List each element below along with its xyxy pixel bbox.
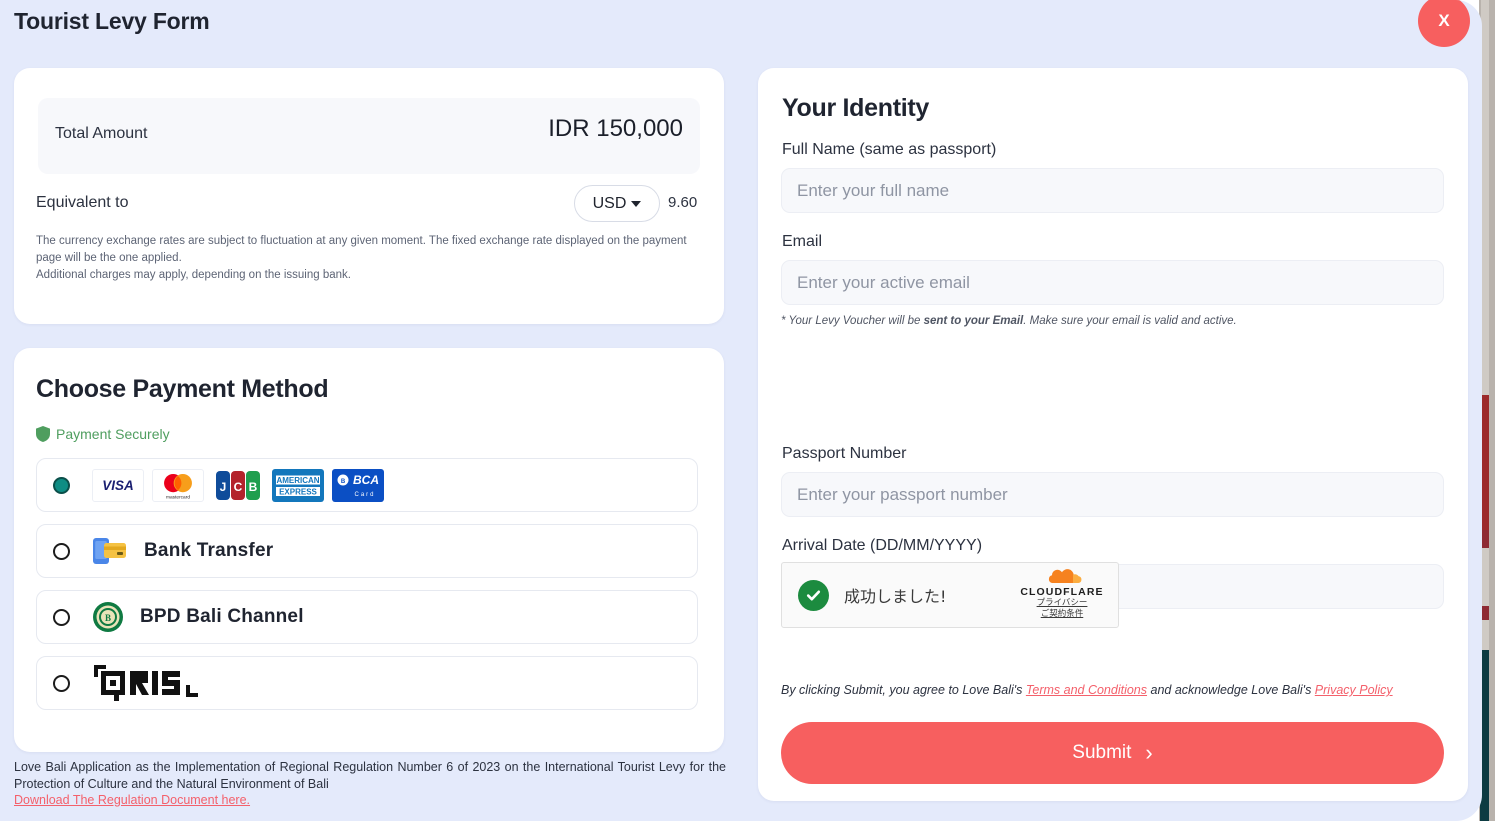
payment-option-label-bpd-bali-channel: BPD Bali Channel (140, 606, 304, 628)
bpd-bali-logo-icon: B (92, 601, 124, 633)
payment-option-cards[interactable]: VISA mastercard (36, 458, 698, 512)
svg-text:EXPRESS: EXPRESS (279, 487, 317, 496)
shield-icon (36, 426, 50, 442)
svg-text:B: B (341, 479, 346, 485)
svg-text:B: B (249, 480, 258, 494)
email-label: Email (782, 233, 822, 251)
total-amount-label: Total Amount (55, 125, 148, 143)
passport-number-input[interactable] (781, 472, 1444, 517)
tourist-levy-modal: Tourist Levy Form X Total Amount IDR 150… (0, 0, 1482, 821)
regulation-footer-note: Love Bali Application as the Implementat… (14, 759, 726, 809)
mastercard-icon: mastercard (152, 469, 204, 502)
turnstile-terms-link[interactable]: ご契約条件 (1016, 609, 1108, 620)
american-express-icon: AMERICAN EXPRESS (272, 469, 324, 502)
visa-icon: VISA (92, 469, 144, 502)
radio-cards[interactable] (53, 477, 70, 494)
email-note-bold: sent to your Email (924, 315, 1024, 327)
email-note: * Your Levy Voucher will be sent to your… (781, 315, 1237, 327)
terms-agreement-note: By clicking Submit, you agree to Love Ba… (781, 683, 1393, 697)
cloudflare-wordmark: CLOUDFLARE (1016, 586, 1108, 598)
chevron-down-icon (631, 201, 641, 207)
identity-title: Your Identity (782, 94, 929, 123)
card-brand-logos: VISA mastercard (92, 469, 384, 502)
svg-text:C: C (234, 480, 243, 494)
terms-note-prefix: By clicking Submit, you agree to Love Ba… (781, 683, 1026, 697)
qris-logo-icon (92, 663, 200, 703)
cloudflare-brand: CLOUDFLARE プライバシー ご契約条件 (1016, 569, 1108, 620)
currency-select[interactable]: USD (574, 185, 660, 222)
equivalent-amount-value: 9.60 (668, 194, 697, 211)
payment-option-bank-transfer[interactable]: Bank Transfer (36, 524, 698, 578)
regulation-footer-text: Love Bali Application as the Implementat… (14, 760, 726, 791)
payment-method-card: Choose Payment Method Payment Securely V… (14, 348, 724, 752)
exchange-rate-note-line2: Additional charges may apply, depending … (36, 269, 351, 281)
terms-and-conditions-link[interactable]: Terms and Conditions (1026, 683, 1147, 697)
email-note-suffix: . Make sure your email is valid and acti… (1023, 315, 1236, 327)
svg-text:Card: Card (354, 492, 375, 498)
radio-bpd-bali-channel[interactable] (53, 609, 70, 626)
close-button[interactable]: X (1418, 0, 1470, 47)
svg-text:VISA: VISA (102, 478, 133, 493)
radio-bank-transfer[interactable] (53, 543, 70, 560)
jcb-icon: J C B (212, 469, 264, 502)
payment-method-title: Choose Payment Method (36, 375, 328, 404)
bank-transfer-icon (92, 536, 128, 566)
svg-text:BCA: BCA (353, 473, 379, 487)
cloudflare-turnstile-widget[interactable]: 成功しました! CLOUDFLARE プライバシー ご契約条件 (781, 562, 1119, 628)
payment-option-bpd-bali-channel[interactable]: B BPD Bali Channel (36, 590, 698, 644)
currency-select-value: USD (593, 195, 627, 213)
equivalent-to-label: Equivalent to (36, 194, 129, 212)
radio-qris[interactable] (53, 675, 70, 692)
identity-form-card: Your Identity Full Name (same as passpor… (758, 68, 1468, 801)
passport-number-label: Passport Number (782, 445, 907, 463)
exchange-rate-note: The currency exchange rates are subject … (36, 233, 706, 284)
checkmark-icon (798, 580, 829, 611)
full-name-input[interactable] (781, 168, 1444, 213)
arrival-date-label: Arrival Date (DD/MM/YYYY) (782, 537, 982, 555)
svg-text:mastercard: mastercard (166, 494, 190, 500)
svg-text:J: J (220, 480, 227, 494)
chevron-right-icon: › (1145, 742, 1152, 764)
cloudflare-cloud-icon (1042, 569, 1082, 585)
exchange-rate-note-line1: The currency exchange rates are subject … (36, 235, 687, 264)
turnstile-privacy-link[interactable]: プライバシー (1016, 598, 1108, 609)
payment-securely-label: Payment Securely (56, 426, 170, 442)
total-amount-box: Total Amount IDR 150,000 (38, 98, 700, 174)
submit-button[interactable]: Submit › (781, 722, 1444, 784)
total-amount-value: IDR 150,000 (548, 115, 683, 143)
page-title: Tourist Levy Form (14, 8, 210, 35)
bca-card-icon: B BCA Card (332, 469, 384, 502)
payment-option-qris[interactable] (36, 656, 698, 710)
terms-note-middle: and acknowledge Love Bali's (1147, 683, 1315, 697)
payment-securely-badge: Payment Securely (36, 426, 170, 442)
payment-option-label-bank-transfer: Bank Transfer (144, 540, 273, 562)
svg-text:B: B (105, 613, 111, 623)
amount-summary-card: Total Amount IDR 150,000 Equivalent to U… (14, 68, 724, 324)
submit-button-label: Submit (1072, 742, 1131, 764)
privacy-policy-link[interactable]: Privacy Policy (1315, 683, 1393, 697)
email-note-prefix: * Your Levy Voucher will be (781, 315, 924, 327)
full-name-label: Full Name (same as passport) (782, 141, 996, 159)
email-input[interactable] (781, 260, 1444, 305)
download-regulation-link[interactable]: Download The Regulation Document here. (14, 793, 250, 807)
svg-text:AMERICAN: AMERICAN (276, 476, 319, 485)
turnstile-status-text: 成功しました! (844, 583, 946, 607)
